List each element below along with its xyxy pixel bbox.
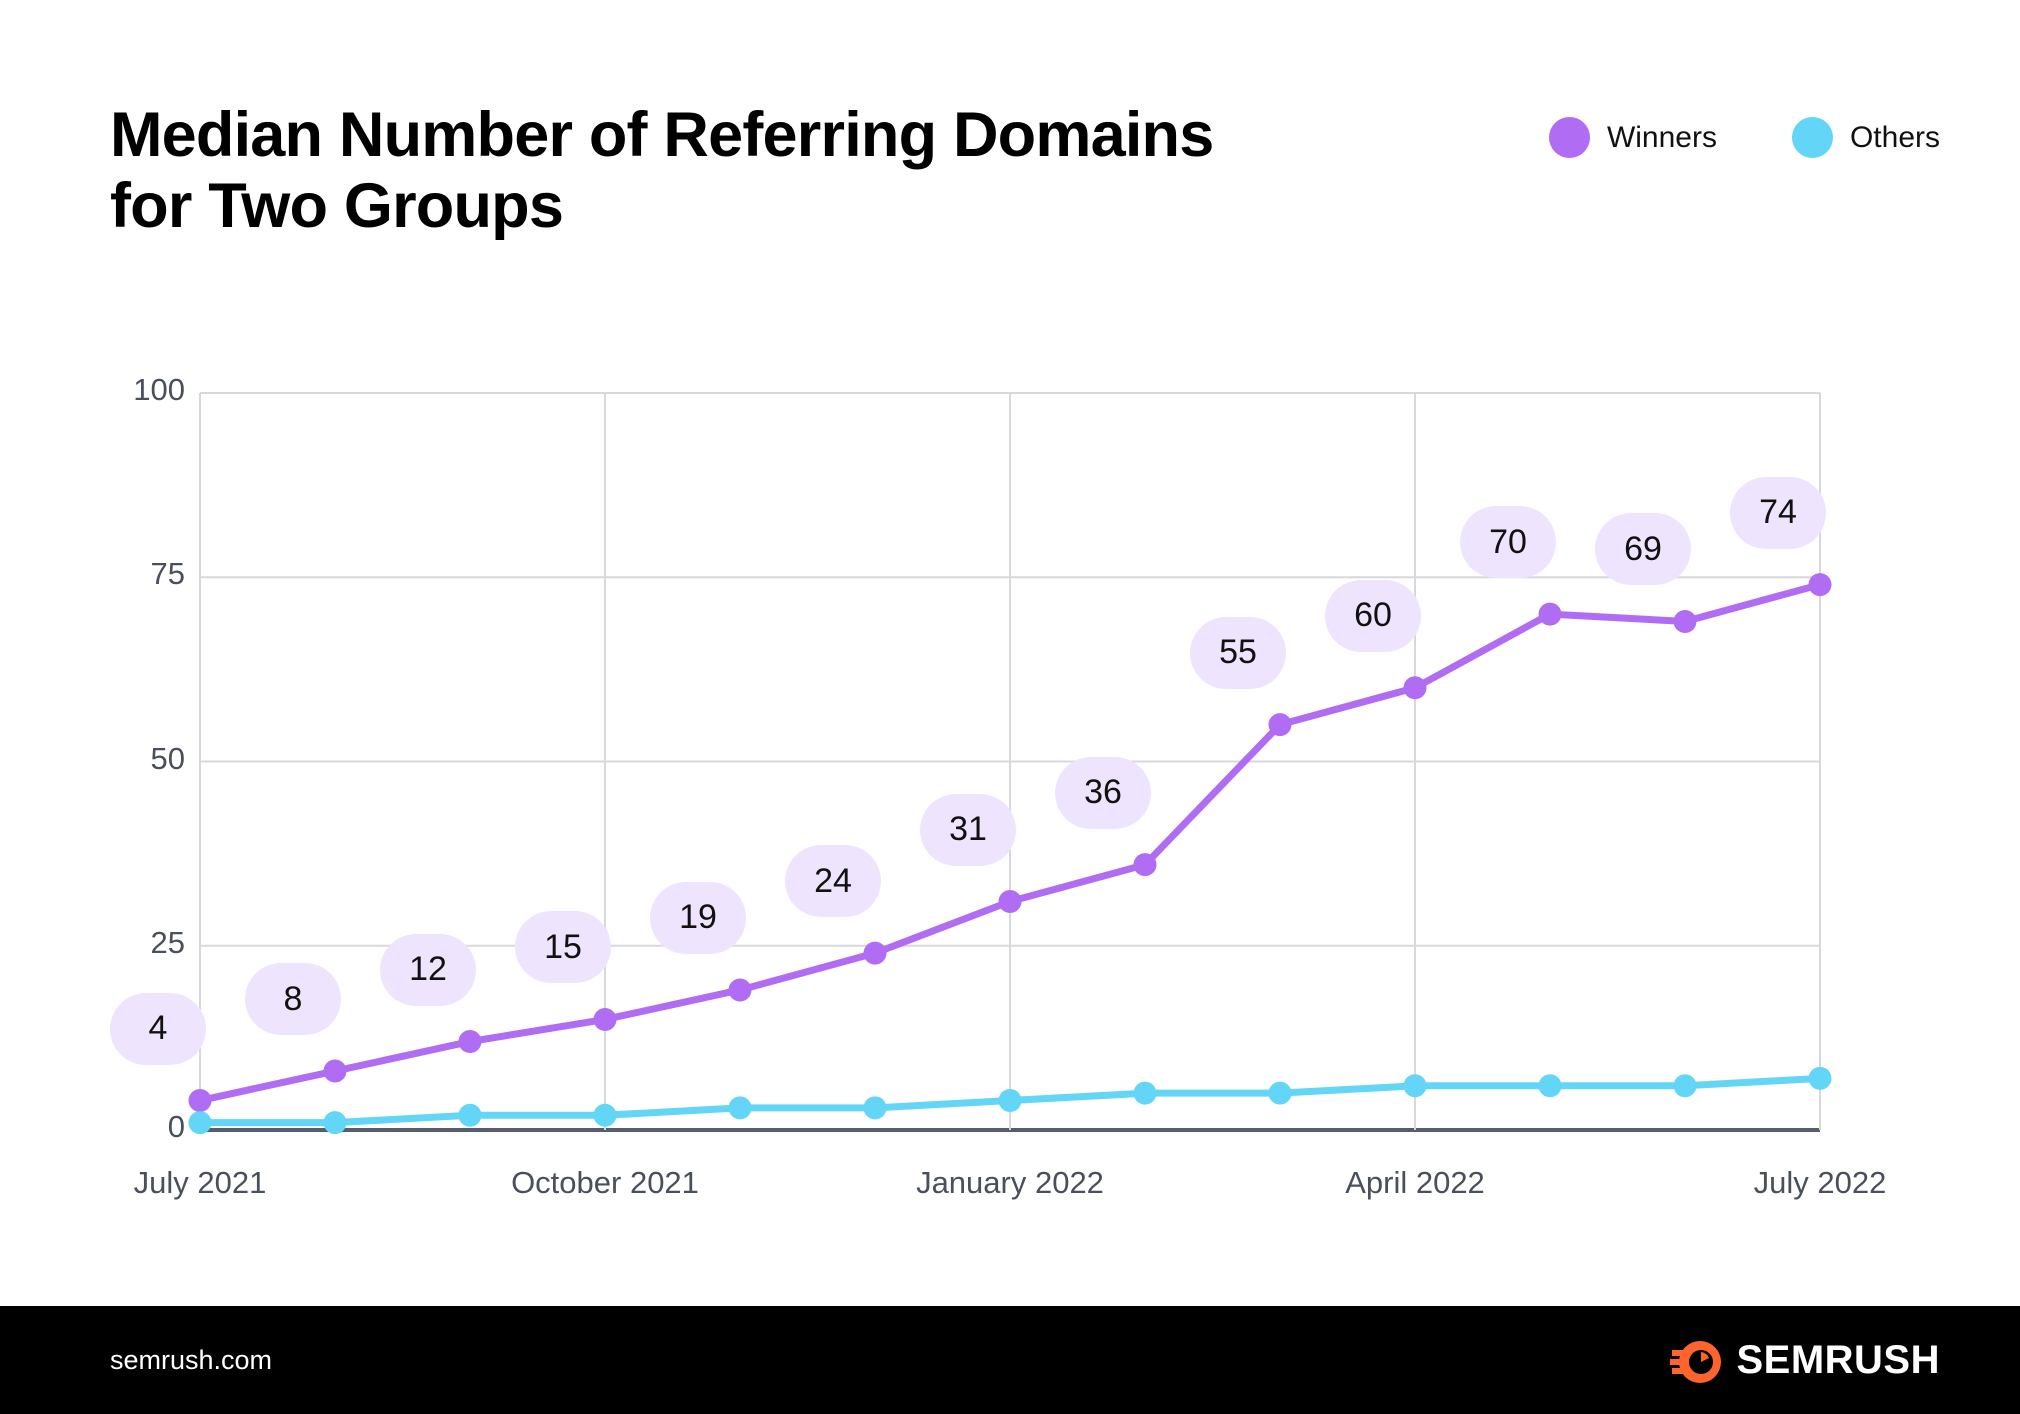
y-axis-tick-label: 0 bbox=[167, 1109, 185, 1144]
data-label-pill: 74 bbox=[1730, 476, 1826, 549]
data-point-others bbox=[1808, 1066, 1832, 1090]
data-point-others bbox=[188, 1111, 212, 1135]
data-point-winners bbox=[188, 1089, 212, 1113]
semrush-wordmark: SEMRUSH bbox=[1736, 1337, 1940, 1382]
data-point-winners bbox=[1268, 713, 1292, 737]
data-label-pill: 55 bbox=[1190, 616, 1286, 689]
x-axis-tick-label: July 2022 bbox=[1753, 1165, 1887, 1200]
semrush-comet-icon bbox=[1670, 1341, 1722, 1383]
data-point-winners bbox=[1673, 609, 1697, 633]
data-point-others bbox=[1538, 1074, 1562, 1098]
chart-page: Median Number of Referring Domains for T… bbox=[0, 0, 2020, 1414]
data-label-pill: 12 bbox=[380, 933, 476, 1006]
data-point-winners bbox=[1808, 573, 1832, 597]
data-label-pill: 36 bbox=[1055, 756, 1151, 829]
footer-url[interactable]: semrush.com bbox=[110, 1345, 272, 1376]
data-label-pill: 4 bbox=[110, 992, 206, 1065]
data-point-winners bbox=[998, 890, 1022, 914]
semrush-logo: SEMRUSH bbox=[1670, 1334, 1940, 1386]
chart-plot-area: 0 25 50 75 100 July 2021 October 2021 January 2… bbox=[0, 0, 2020, 1300]
data-point-others bbox=[1133, 1081, 1157, 1105]
data-point-winners bbox=[593, 1007, 617, 1031]
data-label-pill: 15 bbox=[515, 911, 611, 984]
data-point-others bbox=[458, 1103, 482, 1127]
data-point-others bbox=[1268, 1081, 1292, 1105]
data-point-winners bbox=[863, 941, 887, 965]
x-axis-tick-label: January 2022 bbox=[916, 1165, 1104, 1200]
x-axis-tick-label: April 2022 bbox=[1345, 1165, 1485, 1200]
data-label-pill: 8 bbox=[245, 963, 341, 1036]
data-point-winners bbox=[1403, 676, 1427, 700]
data-label-pill: 69 bbox=[1595, 513, 1691, 586]
data-point-others bbox=[998, 1089, 1022, 1113]
data-point-winners bbox=[458, 1030, 482, 1054]
data-point-winners bbox=[728, 978, 752, 1002]
data-point-winners bbox=[1538, 602, 1562, 626]
x-axis-tick-label: July 2021 bbox=[133, 1165, 267, 1200]
data-point-others bbox=[863, 1096, 887, 1120]
y-axis-tick-label: 25 bbox=[150, 924, 185, 960]
data-label-pill: 31 bbox=[920, 793, 1016, 866]
chart-canvas bbox=[188, 392, 1832, 1135]
data-label-pill: 19 bbox=[650, 881, 746, 954]
y-axis-tick-label: 100 bbox=[133, 372, 185, 407]
data-point-others bbox=[1403, 1074, 1427, 1098]
data-point-others bbox=[593, 1103, 617, 1127]
y-axis-tick-label: 50 bbox=[150, 740, 185, 776]
y-axis-tick-label: 75 bbox=[150, 556, 185, 592]
data-label-pill: 70 bbox=[1460, 506, 1556, 579]
data-point-winners bbox=[1133, 853, 1157, 877]
data-point-others bbox=[1673, 1074, 1697, 1098]
data-point-others bbox=[728, 1096, 752, 1120]
data-label-pill: 60 bbox=[1325, 579, 1421, 652]
data-point-winners bbox=[323, 1059, 347, 1083]
footer-bar: semrush.com SEMRUSH bbox=[0, 1306, 2020, 1414]
data-point-others bbox=[323, 1111, 347, 1135]
x-axis-tick-label: October 2021 bbox=[511, 1165, 699, 1200]
data-label-pill: 24 bbox=[785, 845, 881, 918]
